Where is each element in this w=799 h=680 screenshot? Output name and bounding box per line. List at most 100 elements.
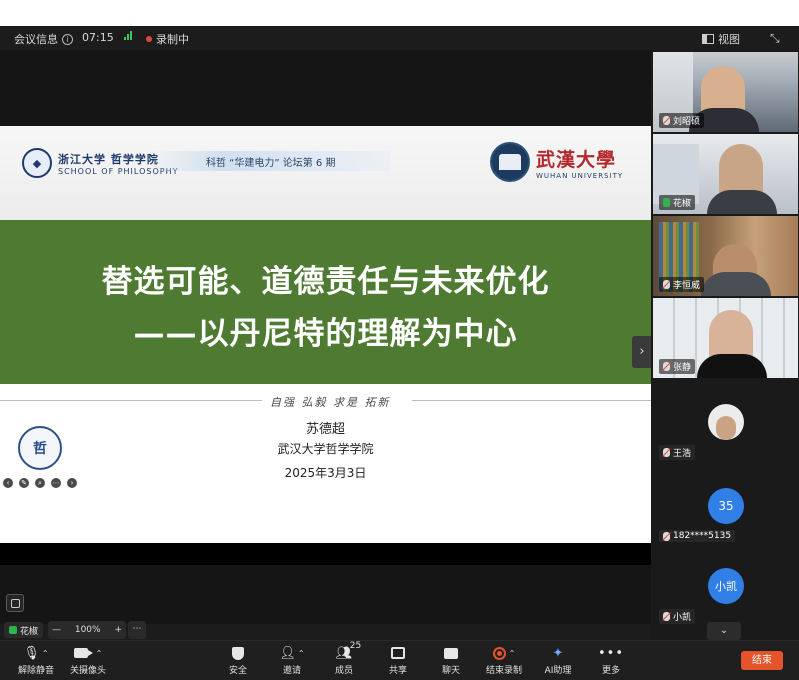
recording-label: 录制中	[156, 33, 189, 46]
participant-tile[interactable]: 小凯 小凯	[653, 546, 798, 626]
security-button[interactable]: 安全	[208, 645, 268, 676]
mic-active-icon	[9, 626, 17, 634]
chat-label: 聊天	[441, 666, 460, 676]
participant-tile[interactable]: 花椒	[653, 134, 798, 214]
chevron-up-icon: ⌃	[508, 648, 516, 658]
zoom-in-button[interactable]: +	[114, 625, 122, 635]
network-signal-icon[interactable]	[124, 31, 132, 40]
chevron-right-icon: ›	[639, 344, 645, 359]
zoom-out-button[interactable]: —	[52, 625, 61, 635]
whu-emblem-icon	[490, 142, 530, 182]
avatar	[708, 404, 744, 440]
self-view-icon	[10, 598, 20, 608]
participant-name: 刘昭硕	[673, 117, 701, 127]
stop-video-button[interactable]: ⌃ 关摄像头	[58, 645, 118, 676]
whu-name-en: WUHAN UNIVERSITY	[536, 171, 624, 180]
members-count: 25	[349, 641, 362, 651]
self-name-chip: 花椒	[4, 622, 44, 638]
chevron-down-icon: ⌄	[719, 625, 729, 636]
participant-name: 花椒	[673, 199, 692, 209]
record-icon	[492, 646, 506, 660]
end-recording-button[interactable]: ⌃ 结束录制	[474, 645, 534, 676]
unmute-button[interactable]: 🎙︎ ⌃ 解除静音	[6, 645, 66, 677]
participant-tile[interactable]: 张静	[653, 298, 798, 378]
slide-header: ◆ 浙江大学 哲学学院 SCHOOL OF PHILOSOPHY 科哲 “华建电…	[0, 126, 651, 220]
participant-tile[interactable]: 王浩	[653, 382, 798, 462]
zoom-control: — 100% +	[48, 621, 126, 639]
mic-muted-icon: 🎙︎	[23, 645, 40, 661]
participants-panel: 刘昭硕 花椒 李恒威 张静 王浩 35 182****5135 小凯 小凯	[651, 50, 799, 640]
ai-assistant-label: AI助理	[544, 666, 572, 676]
slide-author: 苏德超	[305, 422, 345, 437]
meeting-toolbar: 🎙︎ ⌃ 解除静音 ⌃ 关摄像头 安全 👤︎ ⌃ 邀请 👥︎ 25 成员 共享 聊天 …	[0, 640, 799, 680]
magnifier-icon[interactable]: ⌕	[35, 478, 45, 488]
mic-muted-icon	[663, 531, 670, 541]
camera-icon	[73, 648, 93, 658]
self-view-toggle[interactable]	[6, 594, 24, 612]
meeting-timer: 07:15	[82, 31, 114, 44]
participant-tile-active-speaker[interactable]: 李恒威	[653, 216, 798, 296]
scroll-participants-button[interactable]: ⌄	[707, 622, 741, 640]
shield-icon	[232, 646, 244, 660]
slide-title-band: 替选可能、道德责任与未来优化 ——以丹尼特的理解为中心	[0, 220, 651, 384]
chevron-up-icon: ⌃	[41, 648, 49, 658]
more-dots-icon: •••	[597, 645, 624, 661]
ai-assistant-button[interactable]: ✦ AI助理	[528, 645, 588, 677]
recording-status[interactable]: 录制中	[146, 31, 189, 47]
exit-fullscreen-icon: ⤡	[770, 31, 780, 45]
forum-title: 科哲 “华建电力” 论坛第 6 期	[206, 158, 336, 169]
avatar-initials: 35	[718, 499, 734, 513]
zoom-more-button[interactable]: ⋯	[128, 621, 146, 639]
participant-name: 王浩	[673, 449, 692, 459]
collapse-panel-button[interactable]: ›	[632, 336, 652, 368]
end-meeting-button[interactable]: 结束	[741, 651, 783, 670]
invite-label: 邀请	[282, 666, 301, 676]
exit-fullscreen-button[interactable]: ⤡	[770, 31, 780, 46]
participant-tile[interactable]: 35 182****5135	[653, 464, 798, 544]
mic-active-icon	[663, 198, 670, 207]
slide-affiliation: 武汉大学哲学学院	[277, 442, 374, 456]
chat-button[interactable]: 聊天	[421, 645, 481, 676]
chevron-up-icon: ⌃	[297, 648, 305, 658]
slide-annotation-tools: ‹ ✎ ⌕ ⋯ ›	[3, 478, 77, 488]
department-seal-icon: 哲	[18, 426, 62, 470]
presentation-slide: ◆ 浙江大学 哲学学院 SCHOOL OF PHILOSOPHY 科哲 “华建电…	[0, 126, 651, 543]
add-user-icon: 👤︎	[279, 645, 296, 661]
ai-sparkle-icon: ✦	[552, 645, 564, 661]
avatar: 小凯	[708, 568, 744, 604]
pen-icon[interactable]: ✎	[19, 478, 29, 488]
avatar: 35	[708, 488, 744, 524]
mic-muted-icon	[663, 362, 670, 371]
members-label: 成员	[334, 666, 353, 676]
security-label: 安全	[228, 666, 247, 676]
info-icon: i	[62, 33, 73, 45]
chevron-up-icon: ⌃	[95, 648, 103, 658]
more-button[interactable]: ••• 更多	[581, 645, 641, 677]
avatar-initials: 小凯	[715, 580, 737, 593]
meeting-time: 07:15	[82, 31, 114, 44]
window-top-strip	[0, 0, 799, 26]
participant-name: 182****5135	[673, 531, 732, 541]
mic-muted-icon	[663, 612, 670, 621]
chat-icon	[444, 647, 458, 659]
view-label: 视图	[718, 33, 740, 46]
more-options-icon[interactable]: ⋯	[51, 478, 61, 488]
whu-name: 武漢大學	[536, 148, 617, 171]
next-slide-icon[interactable]: ›	[67, 478, 77, 488]
participant-name: 张静	[673, 363, 692, 373]
stop-video-label: 关摄像头	[69, 666, 106, 676]
view-layout-icon	[702, 34, 714, 44]
mic-muted-icon	[663, 280, 670, 289]
share-screen-button[interactable]: 共享	[368, 645, 428, 676]
zoom-level: 100%	[74, 625, 101, 635]
view-button[interactable]: 视图	[702, 31, 740, 47]
zju-emblem-icon: ◆	[22, 148, 52, 178]
previous-slide-icon[interactable]: ‹	[3, 478, 13, 488]
members-button[interactable]: 👥︎ 25 成员	[314, 641, 374, 676]
invite-button[interactable]: 👤︎ ⌃ 邀请	[262, 645, 322, 677]
meeting-info-button[interactable]: 会议信息 i	[14, 31, 73, 47]
meeting-info-label: 会议信息	[14, 33, 58, 46]
participant-tile[interactable]: 刘昭硕	[653, 52, 798, 132]
more-label: 更多	[601, 666, 620, 676]
end-recording-label: 结束录制	[485, 666, 522, 676]
